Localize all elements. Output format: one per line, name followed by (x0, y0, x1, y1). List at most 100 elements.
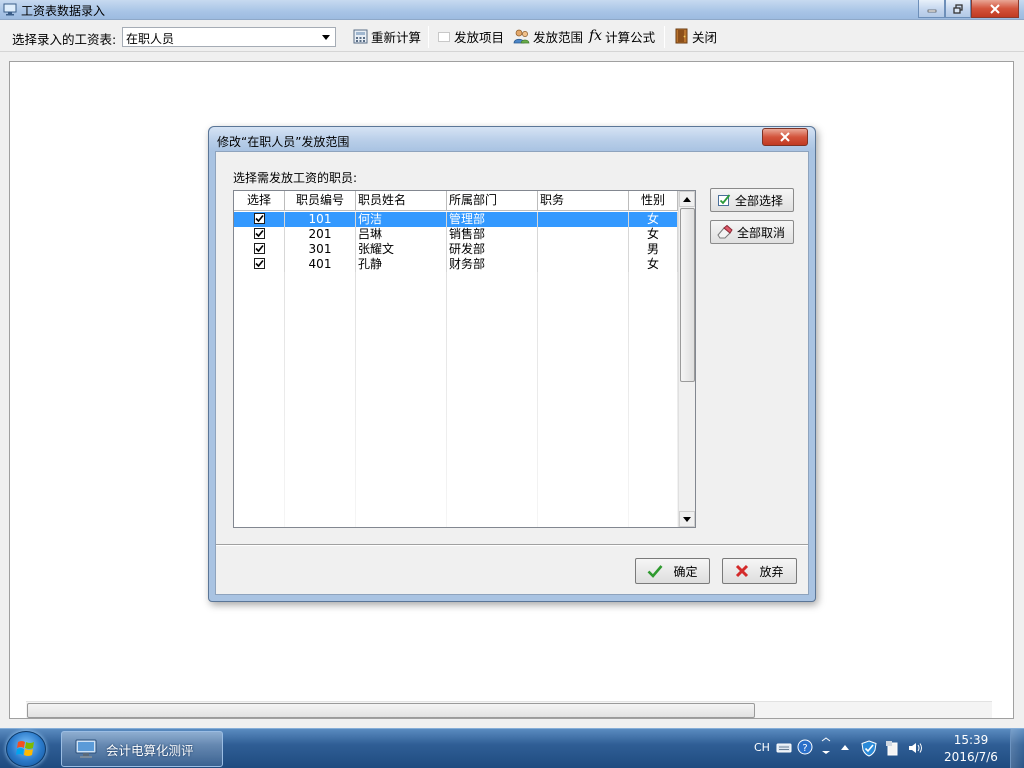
title-cell (538, 212, 629, 227)
restore-icon (953, 3, 963, 14)
taskbar: 会计电算化测评 CH ? 15:39 2016/7/6 (0, 728, 1024, 768)
row-checkbox[interactable] (253, 258, 265, 269)
help-icon[interactable]: ? (797, 739, 813, 755)
deselect-all-button[interactable]: 全部取消 (710, 220, 794, 244)
taskbar-app-button[interactable]: 会计电算化测评 (61, 731, 223, 767)
column-header-select[interactable]: 选择 (234, 191, 285, 211)
column-header-name[interactable]: 职员姓名 (356, 191, 447, 211)
select-cell[interactable] (234, 257, 285, 272)
pay-items-button[interactable]: 发放项目 (437, 25, 504, 47)
recalculate-button[interactable]: 重新计算 (353, 25, 421, 47)
scroll-down-button[interactable] (679, 511, 695, 527)
horizontal-scroll-thumb[interactable] (27, 703, 755, 718)
check-icon (254, 229, 264, 238)
dialog-close-button[interactable] (762, 128, 808, 146)
gender-cell: 女 (629, 227, 678, 242)
gender-cell: 男 (629, 242, 678, 257)
select-all-button[interactable]: 全部选择 (710, 188, 794, 212)
gender-cell: 女 (629, 212, 678, 227)
formula-label: 计算公式 (605, 29, 656, 45)
device-icon[interactable] (885, 740, 899, 756)
dept-cell: 研发部 (447, 242, 538, 257)
column-header-dept[interactable]: 所属部门 (447, 191, 538, 211)
select-cell[interactable] (234, 212, 285, 227)
recalculate-label: 重新计算 (371, 29, 422, 45)
scroll-up-button[interactable] (679, 191, 695, 207)
start-button[interactable] (6, 731, 46, 767)
checkbox-icon (438, 32, 450, 42)
title-cell (538, 242, 629, 257)
row-checkbox[interactable] (253, 213, 265, 224)
eraser-icon (717, 225, 733, 239)
name-cell: 何洁 (356, 212, 447, 227)
employee-list-prompt: 选择需发放工资的职员: (233, 171, 358, 185)
toolbar-separator (664, 26, 665, 48)
app-window-icon (3, 3, 17, 16)
table-row[interactable]: 401 孔静 财务部 女 (234, 257, 678, 272)
title-cell (538, 227, 629, 242)
table-row[interactable]: 301 张耀文 研发部 男 (234, 242, 678, 257)
gender-cell: 女 (629, 257, 678, 272)
cancel-label: 放弃 (759, 564, 784, 579)
row-checkbox[interactable] (253, 228, 265, 239)
select-all-label: 全部选择 (735, 193, 784, 208)
column-header-title[interactable]: 职务 (538, 191, 629, 211)
dialog-body: 选择需发放工资的职员: 选择 职员编号 职员姓名 所属部门 职务 性别 101 … (215, 151, 809, 595)
close-icon (780, 132, 790, 142)
minimize-icon (927, 9, 936, 12)
horizontal-scrollbar[interactable] (26, 701, 992, 718)
vertical-scroll-thumb[interactable] (680, 208, 695, 382)
taskbar-app-label: 会计电算化测评 (106, 742, 194, 758)
salary-table-select[interactable]: 在职人员 (122, 27, 336, 47)
pay-items-label: 发放项目 (454, 29, 505, 45)
dept-cell: 销售部 (447, 227, 538, 242)
show-desktop-button[interactable] (1010, 729, 1024, 768)
deselect-all-label: 全部取消 (737, 225, 786, 240)
window-close-button[interactable] (971, 0, 1019, 18)
table-row[interactable]: 201 吕琳 销售部 女 (234, 227, 678, 242)
checklist-icon (718, 194, 731, 206)
select-cell[interactable] (234, 242, 285, 257)
title-cell (538, 257, 629, 272)
id-cell: 101 (285, 212, 356, 227)
dialog-title: 修改“在职人员”发放范围 (217, 135, 350, 149)
ok-label: 确定 (673, 564, 698, 579)
name-cell: 吕琳 (356, 227, 447, 242)
chevron-up-icon[interactable] (840, 744, 850, 751)
formula-button[interactable]: fx 计算公式 (589, 25, 655, 47)
chevron-down-icon (322, 35, 330, 40)
shield-icon[interactable] (861, 740, 877, 757)
close-button[interactable]: 关闭 (675, 25, 717, 47)
dept-cell: 财务部 (447, 257, 538, 272)
select-cell[interactable] (234, 227, 285, 242)
check-icon (254, 214, 264, 223)
ok-button[interactable]: 确定 (635, 558, 710, 584)
cancel-button[interactable]: 放弃 (722, 558, 797, 584)
volume-icon[interactable] (908, 741, 924, 755)
pay-range-button[interactable]: 发放范围 (513, 25, 583, 47)
grid-rows: 101 何洁 管理部 女 201 吕琳 销售部 女 301 张耀文 研发部 男 … (234, 212, 678, 272)
title-bar: 工资表数据录入 (0, 0, 1024, 20)
calculator-icon (353, 29, 368, 43)
chevron-up-icon (683, 196, 691, 202)
salary-table-value: 在职人员 (126, 32, 175, 46)
id-cell: 301 (285, 242, 356, 257)
id-cell: 201 (285, 227, 356, 242)
keyboard-icon[interactable] (776, 742, 792, 754)
column-header-gender[interactable]: 性别 (629, 191, 678, 211)
table-row[interactable]: 101 何洁 管理部 女 (234, 212, 678, 227)
restore-button[interactable] (945, 0, 971, 18)
column-header-id[interactable]: 职员编号 (285, 191, 356, 211)
salary-table-label: 选择录入的工资表: (12, 32, 117, 47)
toolbar: 选择录入的工资表: 在职人员 重新计算 发放项目 发放范围 fx 计算公式 关闭 (0, 20, 1024, 52)
minimize-button[interactable] (918, 0, 945, 18)
close-icon (990, 3, 1000, 14)
pay-range-dialog: 修改“在职人员”发放范围 选择需发放工资的职员: 选择 职员编号 职员姓名 所属… (208, 126, 816, 602)
language-indicator[interactable]: CH (754, 741, 770, 754)
row-checkbox[interactable] (253, 243, 265, 254)
ime-options-icon[interactable] (821, 737, 831, 757)
vertical-scrollbar[interactable] (678, 191, 695, 527)
clock-date[interactable]: 2016/7/6 (938, 750, 1004, 764)
clock-time[interactable]: 15:39 (944, 733, 998, 747)
check-icon (254, 259, 264, 268)
